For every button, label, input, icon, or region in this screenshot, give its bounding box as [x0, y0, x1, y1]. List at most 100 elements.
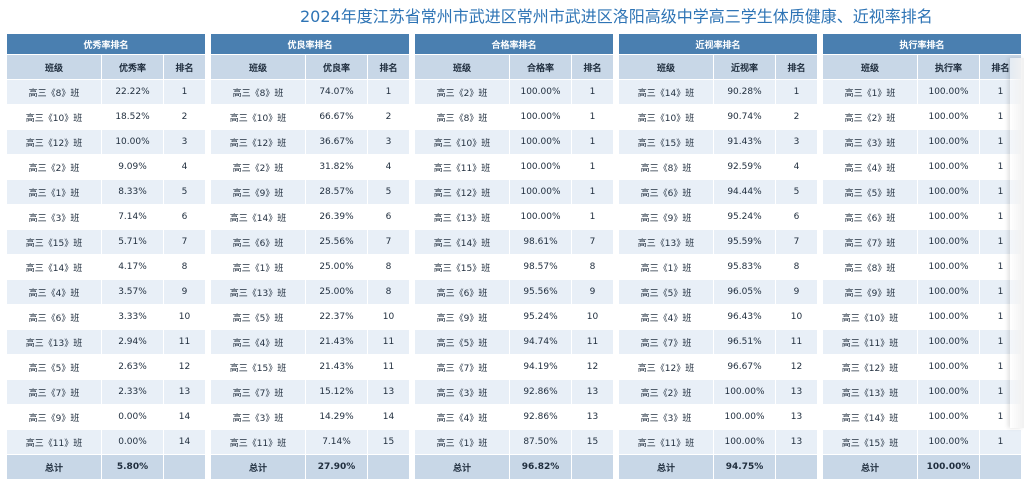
table-row: 高三《2》班 100.00% 1 [822, 104, 1023, 130]
class-name-cell: 高三《9》班 [210, 179, 306, 205]
table-row: 高三《1》班 87.50% 15 [414, 429, 615, 455]
table-title: 优良率排名 [209, 33, 411, 55]
class-name-cell: 高三《13》班 [618, 229, 714, 255]
table-row: 高三《3》班 7.14% 6 [6, 204, 207, 230]
total-rate-cell: 96.82% [509, 454, 572, 480]
class-name-cell: 高三《3》班 [210, 404, 306, 430]
rank-cell: 1 [570, 179, 615, 205]
rank-cell: 15 [570, 429, 615, 455]
class-name-cell: 高三《9》班 [822, 279, 918, 305]
table-row: 高三《1》班 100.00% 1 [822, 79, 1023, 105]
class-name-cell: 高三《2》班 [618, 379, 714, 405]
table-row: 高三《11》班 100.00% 1 [414, 154, 615, 180]
table-row: 高三《11》班 100.00% 13 [618, 429, 819, 455]
rank-cell: 1 [570, 79, 615, 105]
table-row: 高三《11》班 7.14% 15 [210, 429, 411, 455]
rank-cell: 5 [366, 179, 411, 205]
class-name-cell: 高三《3》班 [414, 379, 510, 405]
table-title: 近视率排名 [617, 33, 819, 55]
total-rank-cell [162, 454, 207, 480]
table-row: 高三《4》班 21.43% 11 [210, 329, 411, 355]
table-row: 高三《15》班 5.71% 7 [6, 229, 207, 255]
rate-cell: 100.00% [713, 379, 776, 405]
class-name-cell: 高三《4》班 [414, 404, 510, 430]
total-rate-cell: 27.90% [305, 454, 368, 480]
rank-cell: 10 [162, 304, 207, 330]
rate-cell: 8.33% [101, 179, 164, 205]
table-row: 高三《2》班 100.00% 1 [414, 79, 615, 105]
column-header: 排名 [570, 54, 615, 80]
table-row: 高三《8》班 92.59% 4 [618, 154, 819, 180]
class-name-cell: 高三《1》班 [6, 179, 102, 205]
rate-cell: 31.82% [305, 154, 368, 180]
table-row: 高三《9》班 95.24% 6 [618, 204, 819, 230]
table-row: 高三《2》班 9.09% 4 [6, 154, 207, 180]
rank-cell: 9 [162, 279, 207, 305]
rate-cell: 98.61% [509, 229, 572, 255]
rate-cell: 25.00% [305, 254, 368, 280]
table-row: 高三《9》班 95.24% 10 [414, 304, 615, 330]
class-name-cell: 高三《6》班 [414, 279, 510, 305]
class-name-cell: 高三《1》班 [822, 79, 918, 105]
class-name-cell: 高三《8》班 [618, 154, 714, 180]
class-name-cell: 高三《1》班 [210, 254, 306, 280]
class-name-cell: 高三《7》班 [822, 229, 918, 255]
class-name-cell: 高三《12》班 [822, 354, 918, 380]
class-name-cell: 高三《10》班 [6, 104, 102, 130]
rate-cell: 100.00% [917, 179, 980, 205]
rank-cell: 12 [570, 354, 615, 380]
rate-cell: 100.00% [917, 404, 980, 430]
rate-cell: 95.83% [713, 254, 776, 280]
column-header: 排名 [774, 54, 819, 80]
class-name-cell: 高三《14》班 [6, 254, 102, 280]
rate-cell: 95.24% [509, 304, 572, 330]
total-rank-cell [978, 454, 1023, 480]
rank-cell: 13 [774, 404, 819, 430]
rank-cell: 4 [366, 154, 411, 180]
rate-cell: 96.43% [713, 304, 776, 330]
rank-cell: 10 [570, 304, 615, 330]
total-rank-cell [570, 454, 615, 480]
rate-cell: 100.00% [509, 179, 572, 205]
class-name-cell: 高三《4》班 [618, 304, 714, 330]
class-name-cell: 高三《14》班 [414, 229, 510, 255]
rate-cell: 100.00% [917, 204, 980, 230]
rate-cell: 2.33% [101, 379, 164, 405]
rank-cell: 12 [162, 354, 207, 380]
table-row: 高三《6》班 25.56% 7 [210, 229, 411, 255]
class-name-cell: 高三《1》班 [414, 429, 510, 455]
table-row: 高三《12》班 36.67% 3 [210, 129, 411, 155]
table-row: 高三《10》班 90.74% 2 [618, 104, 819, 130]
table-row: 高三《12》班 10.00% 3 [6, 129, 207, 155]
rank-cell: 13 [570, 379, 615, 405]
rate-cell: 95.56% [509, 279, 572, 305]
rank-cell: 3 [366, 129, 411, 155]
class-name-cell: 高三《5》班 [414, 329, 510, 355]
class-name-cell: 高三《9》班 [414, 304, 510, 330]
rank-cell: 1 [774, 79, 819, 105]
class-name-cell: 高三《4》班 [822, 154, 918, 180]
total-label-cell: 总计 [6, 454, 102, 480]
class-name-cell: 高三《13》班 [210, 279, 306, 305]
rate-cell: 100.00% [509, 79, 572, 105]
class-name-cell: 高三《3》班 [6, 204, 102, 230]
class-name-cell: 高三《15》班 [414, 254, 510, 280]
table-title: 执行率排名 [821, 33, 1023, 55]
table-row: 高三《15》班 91.43% 3 [618, 129, 819, 155]
rank-cell: 1 [570, 204, 615, 230]
table-row: 高三《13》班 95.59% 7 [618, 229, 819, 255]
table-row: 高三《3》班 14.29% 14 [210, 404, 411, 430]
rate-cell: 21.43% [305, 329, 368, 355]
table-row: 高三《7》班 100.00% 1 [822, 229, 1023, 255]
table-row: 高三《8》班 74.07% 1 [210, 79, 411, 105]
class-name-cell: 高三《7》班 [6, 379, 102, 405]
total-label-cell: 总计 [414, 454, 510, 480]
rank-cell: 13 [570, 404, 615, 430]
rank-cell: 1 [978, 429, 1023, 455]
total-rate-cell: 5.80% [101, 454, 164, 480]
table-row: 高三《14》班 26.39% 6 [210, 204, 411, 230]
table-row: 高三《6》班 3.33% 10 [6, 304, 207, 330]
ranking-table: 近视率排名 班级 近视率 排名 高三《14》班 90.28% 1 高三《10》班 90.74% 2… [617, 33, 819, 480]
total-row: 总计 27.90% [210, 454, 411, 480]
rate-cell: 95.24% [713, 204, 776, 230]
